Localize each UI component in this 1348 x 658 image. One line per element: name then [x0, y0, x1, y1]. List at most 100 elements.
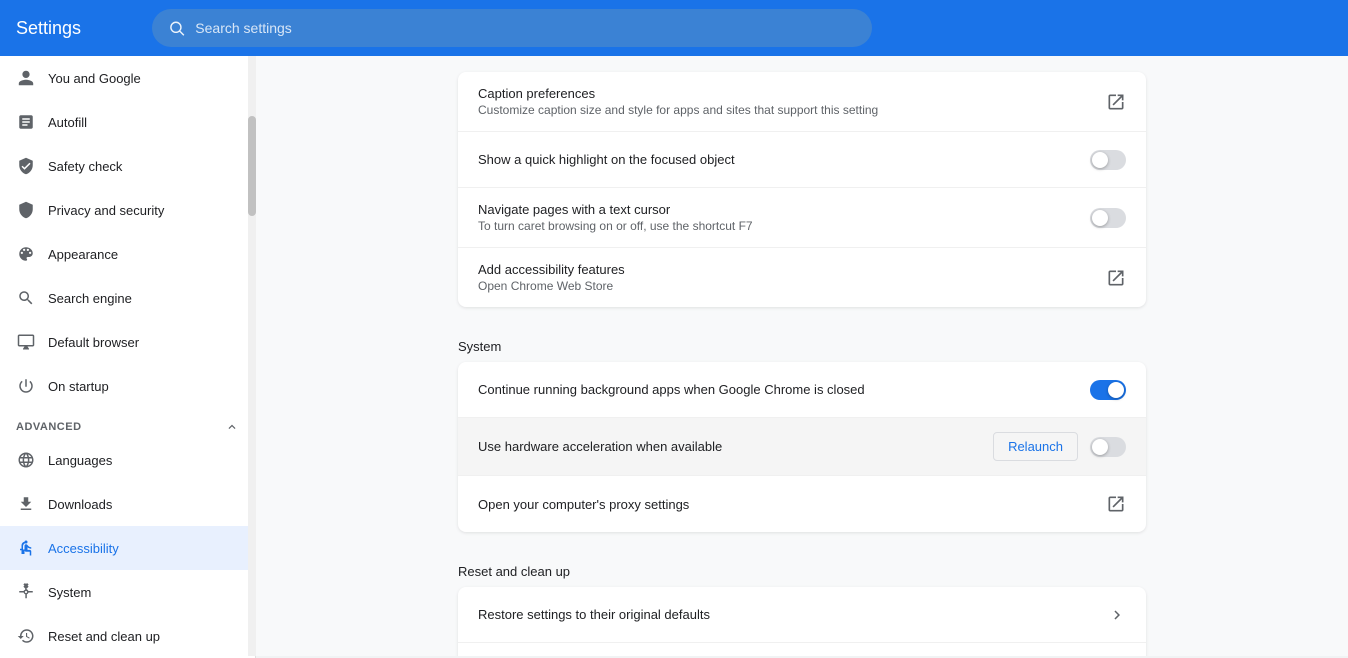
main-content: Caption preferences Customize caption si…: [256, 56, 1348, 656]
sidebar-item-privacy-security[interactable]: Privacy and security: [0, 188, 255, 232]
highlight-focused-row[interactable]: Show a quick highlight on the focused ob…: [458, 132, 1146, 188]
content-area: Caption preferences Customize caption si…: [442, 56, 1162, 656]
reset-icon: [16, 626, 36, 646]
caption-preferences-row[interactable]: Caption preferences Customize caption si…: [458, 72, 1146, 132]
add-accessibility-title: Add accessibility features: [478, 262, 1106, 277]
sidebar-label-languages: Languages: [48, 453, 112, 468]
sidebar-item-system[interactable]: System: [0, 570, 255, 614]
sidebar-item-accessibility[interactable]: Accessibility: [0, 526, 255, 570]
highlight-focused-action: [1090, 150, 1126, 170]
relaunch-button[interactable]: Relaunch: [993, 432, 1078, 461]
sidebar-label-appearance: Appearance: [48, 247, 118, 262]
system-section-header: System: [458, 323, 1146, 362]
sidebar-label-on-startup: On startup: [48, 379, 109, 394]
restore-defaults-title: Restore settings to their original defau…: [478, 607, 1108, 622]
default-browser-icon: [16, 332, 36, 352]
proxy-settings-content: Open your computer's proxy settings: [478, 497, 1106, 512]
add-accessibility-action: [1106, 268, 1126, 288]
sidebar-item-autofill[interactable]: Autofill: [0, 100, 255, 144]
background-apps-toggle[interactable]: [1090, 380, 1126, 400]
app-title: Settings: [16, 18, 136, 39]
sidebar-item-reset-clean[interactable]: Reset and clean up: [0, 614, 255, 658]
caption-preferences-title: Caption preferences: [478, 86, 1106, 101]
sidebar-item-default-browser[interactable]: Default browser: [0, 320, 255, 364]
sidebar-label-accessibility: Accessibility: [48, 541, 119, 556]
text-cursor-title: Navigate pages with a text cursor: [478, 202, 1090, 217]
caption-preferences-action: [1106, 92, 1126, 112]
restore-defaults-action: [1108, 606, 1126, 624]
add-accessibility-content: Add accessibility features Open Chrome W…: [478, 262, 1106, 293]
text-cursor-subtitle: To turn caret browsing on or off, use th…: [478, 219, 1090, 233]
sidebar-label-system: System: [48, 585, 91, 600]
hardware-acceleration-title: Use hardware acceleration when available: [478, 439, 993, 454]
search-icon: [168, 19, 185, 37]
hardware-acceleration-toggle[interactable]: [1090, 437, 1126, 457]
reset-section-header: Reset and clean up: [458, 548, 1146, 587]
add-accessibility-row[interactable]: Add accessibility features Open Chrome W…: [458, 248, 1146, 307]
sidebar-label-search-engine: Search engine: [48, 291, 132, 306]
hardware-acceleration-content: Use hardware acceleration when available: [478, 439, 993, 454]
sidebar-item-you-google[interactable]: You and Google: [0, 56, 255, 100]
sidebar-label-reset-clean: Reset and clean up: [48, 629, 160, 644]
text-cursor-toggle[interactable]: [1090, 208, 1126, 228]
caption-preferences-content: Caption preferences Customize caption si…: [478, 86, 1106, 117]
add-accessibility-external-link-icon[interactable]: [1106, 268, 1126, 288]
background-apps-action: [1090, 380, 1126, 400]
sidebar-item-search-engine[interactable]: Search engine: [0, 276, 255, 320]
caption-preferences-subtitle: Customize caption size and style for app…: [478, 103, 1106, 117]
sidebar-label-autofill: Autofill: [48, 115, 87, 130]
autofill-icon: [16, 112, 36, 132]
search-engine-icon: [16, 288, 36, 308]
advanced-chevron-icon: [225, 420, 239, 434]
sidebar: You and Google Autofill Safety check Pri…: [0, 56, 256, 658]
app-header: Settings: [0, 0, 1348, 56]
restore-defaults-row[interactable]: Restore settings to their original defau…: [458, 587, 1146, 643]
sidebar-item-downloads[interactable]: Downloads: [0, 482, 255, 526]
add-accessibility-subtitle: Open Chrome Web Store: [478, 279, 1106, 293]
sidebar-label-downloads: Downloads: [48, 497, 112, 512]
restore-defaults-arrow-icon: [1108, 606, 1126, 624]
highlight-focused-toggle[interactable]: [1090, 150, 1126, 170]
accessibility-icon: [16, 538, 36, 558]
sidebar-label-you-google: You and Google: [48, 71, 141, 86]
privacy-icon: [16, 200, 36, 220]
sidebar-item-appearance[interactable]: Appearance: [0, 232, 255, 276]
background-apps-title: Continue running background apps when Go…: [478, 382, 1090, 397]
proxy-settings-action: [1106, 494, 1126, 514]
safety-check-icon: [16, 156, 36, 176]
proxy-settings-row[interactable]: Open your computer's proxy settings: [458, 476, 1146, 532]
advanced-section-toggle[interactable]: Advanced: [0, 408, 255, 438]
sidebar-item-languages[interactable]: Languages: [0, 438, 255, 482]
reset-card: Restore settings to their original defau…: [458, 587, 1146, 656]
text-cursor-content: Navigate pages with a text cursor To tur…: [478, 202, 1090, 233]
hardware-acceleration-action: Relaunch: [993, 432, 1126, 461]
sidebar-item-on-startup[interactable]: On startup: [0, 364, 255, 408]
languages-icon: [16, 450, 36, 470]
appearance-icon: [16, 244, 36, 264]
search-bar[interactable]: [152, 9, 872, 47]
system-card: Continue running background apps when Go…: [458, 362, 1146, 532]
sidebar-item-safety-check[interactable]: Safety check: [0, 144, 255, 188]
caption-external-link-icon[interactable]: [1106, 92, 1126, 112]
background-apps-row[interactable]: Continue running background apps when Go…: [458, 362, 1146, 418]
cleanup-computer-row[interactable]: Clean up computer: [458, 643, 1146, 656]
accessibility-card: Caption preferences Customize caption si…: [458, 72, 1146, 307]
hardware-acceleration-row[interactable]: Use hardware acceleration when available…: [458, 418, 1146, 476]
sidebar-label-privacy-security: Privacy and security: [48, 203, 164, 218]
proxy-settings-title: Open your computer's proxy settings: [478, 497, 1106, 512]
system-icon: [16, 582, 36, 602]
highlight-focused-content: Show a quick highlight on the focused ob…: [478, 152, 1090, 167]
restore-defaults-content: Restore settings to their original defau…: [478, 607, 1108, 622]
highlight-focused-title: Show a quick highlight on the focused ob…: [478, 152, 1090, 167]
downloads-icon: [16, 494, 36, 514]
sidebar-label-default-browser: Default browser: [48, 335, 139, 350]
background-apps-content: Continue running background apps when Go…: [478, 382, 1090, 397]
sidebar-wrapper: You and Google Autofill Safety check Pri…: [0, 56, 256, 656]
advanced-label: Advanced: [16, 421, 82, 433]
on-startup-icon: [16, 376, 36, 396]
person-icon: [16, 68, 36, 88]
search-input[interactable]: [195, 20, 856, 36]
text-cursor-row[interactable]: Navigate pages with a text cursor To tur…: [458, 188, 1146, 248]
text-cursor-action: [1090, 208, 1126, 228]
proxy-external-link-icon[interactable]: [1106, 494, 1126, 514]
